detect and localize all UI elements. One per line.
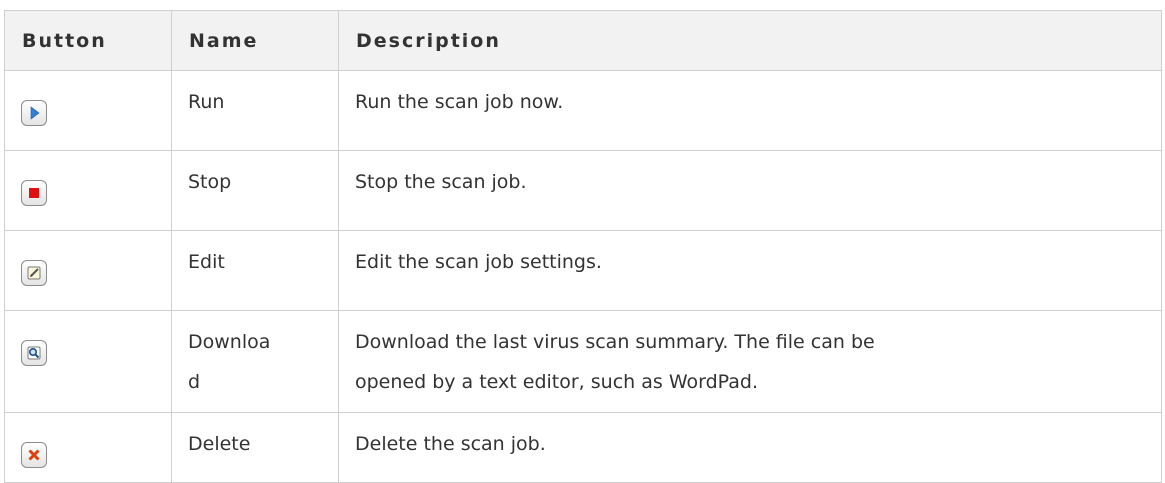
description-cell: Run the scan job now. (338, 70, 1162, 151)
description-cell: Delete the scan job. (338, 412, 1162, 483)
name-line: d (188, 371, 201, 393)
header-name: Name (171, 10, 339, 71)
description-cell: Stop the scan job. (338, 150, 1162, 231)
stop-icon-graphic (29, 188, 39, 198)
description-cell: Download the last virus scan summary. Th… (338, 310, 1162, 413)
edit-icon-graphic (27, 266, 41, 280)
play-icon[interactable] (21, 100, 47, 126)
name-cell: Delete (171, 412, 339, 483)
description-line: Download the last virus scan summary. Th… (355, 331, 875, 353)
download-magnifier-icon[interactable] (21, 340, 47, 366)
header-button: Button (4, 10, 172, 71)
header-description: Description (338, 10, 1162, 71)
name-cell: Edit (171, 230, 339, 311)
table-row: Run Run the scan job now. (4, 70, 1162, 151)
button-reference-table: Button Name Description Run Run the scan… (4, 10, 1162, 483)
table-row: Delete Delete the scan job. (4, 412, 1162, 483)
play-icon-graphic (30, 106, 40, 120)
description-line: opened by a text editor, such as WordPad… (355, 371, 758, 393)
icon-cell (4, 150, 172, 231)
icon-cell (4, 70, 172, 151)
stop-icon[interactable] (21, 180, 47, 206)
delete-icon[interactable] (21, 442, 47, 468)
description-cell: Edit the scan job settings. (338, 230, 1162, 311)
edit-icon[interactable] (21, 260, 47, 286)
table-row: Downloa d Download the last virus scan s… (4, 310, 1162, 413)
table-header-row: Button Name Description (4, 10, 1162, 71)
delete-icon-graphic (28, 449, 40, 461)
icon-cell (4, 310, 172, 413)
table-row: Stop Stop the scan job. (4, 150, 1162, 231)
magnifier-icon-graphic (27, 346, 41, 360)
name-cell: Stop (171, 150, 339, 231)
name-line: Downloa (188, 331, 271, 353)
name-cell: Downloa d (171, 310, 339, 413)
table-row: Edit Edit the scan job settings. (4, 230, 1162, 311)
page: Button Name Description Run Run the scan… (0, 0, 1165, 483)
icon-cell (4, 230, 172, 311)
icon-cell (4, 412, 172, 483)
name-cell: Run (171, 70, 339, 151)
